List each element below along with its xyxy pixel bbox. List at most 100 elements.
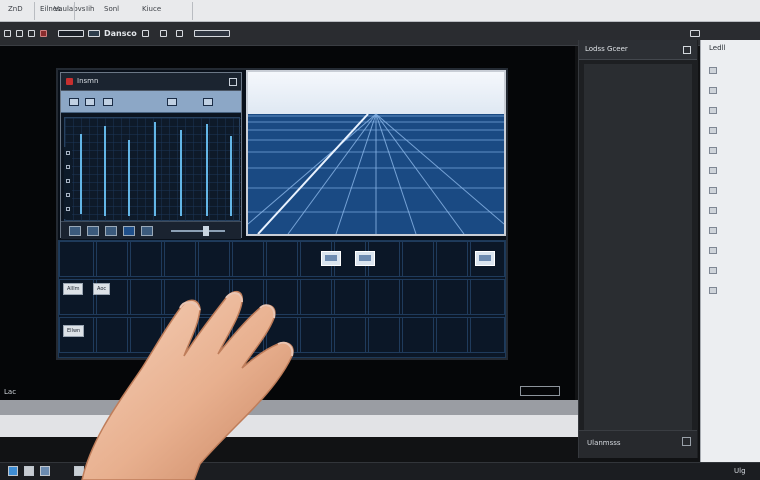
tab-strip-icon[interactable]	[58, 30, 84, 37]
slider-thumb[interactable]	[203, 226, 209, 236]
tool-window-titlebar[interactable]: Insmn	[61, 73, 241, 91]
grid-cell[interactable]	[161, 241, 199, 277]
right-panel-titlebar[interactable]: Lodss Gceer	[579, 40, 697, 60]
grid-chip[interactable]: Aoc	[93, 283, 111, 295]
grid-cell[interactable]	[297, 279, 335, 315]
far-right-item[interactable]	[701, 264, 760, 278]
control-button[interactable]	[105, 226, 117, 236]
side-icon[interactable]	[66, 207, 70, 211]
grid-cell[interactable]	[229, 241, 267, 277]
control-button[interactable]	[141, 226, 153, 236]
grid-cell[interactable]	[229, 279, 267, 315]
taskbar-icon[interactable]	[74, 466, 84, 476]
grid-cell[interactable]	[93, 241, 131, 277]
grid-cell[interactable]	[365, 317, 403, 353]
window-dot-icon[interactable]	[66, 78, 73, 85]
maximize-icon[interactable]	[690, 30, 700, 37]
close-icon[interactable]	[229, 78, 237, 86]
grid-cell[interactable]	[195, 279, 233, 315]
grid-cell[interactable]	[263, 279, 301, 315]
thumbnail-icon[interactable]	[355, 251, 375, 266]
control-group-icon[interactable]	[194, 30, 230, 37]
control-button[interactable]	[87, 226, 99, 236]
side-icon[interactable]	[66, 193, 70, 197]
far-right-item[interactable]	[701, 104, 760, 118]
grid-cell[interactable]	[331, 317, 369, 353]
far-right-item[interactable]	[701, 64, 760, 78]
grid-cell[interactable]	[433, 317, 471, 353]
os-item-4[interactable]: Iih	[86, 5, 94, 13]
control-button[interactable]	[69, 226, 81, 236]
far-right-item[interactable]	[701, 144, 760, 158]
grid-cell[interactable]	[399, 317, 437, 353]
item-icon	[709, 267, 717, 274]
grid-cell[interactable]	[59, 241, 97, 277]
grid-cell[interactable]	[297, 317, 335, 353]
far-right-item[interactable]	[701, 84, 760, 98]
grid-cell[interactable]	[127, 317, 165, 353]
far-right-item[interactable]	[701, 224, 760, 238]
grid-cell[interactable]	[365, 279, 403, 315]
grid-cell[interactable]	[433, 279, 471, 315]
grid-cell[interactable]	[331, 279, 369, 315]
os-item-1[interactable]: ZnD	[8, 5, 23, 13]
far-right-item[interactable]	[701, 184, 760, 198]
far-right-item[interactable]	[701, 204, 760, 218]
nav-icon[interactable]	[103, 98, 113, 106]
menu-icon[interactable]	[4, 30, 11, 37]
far-right-item[interactable]	[701, 124, 760, 138]
far-right-item[interactable]	[701, 244, 760, 258]
grid-cell[interactable]	[161, 317, 199, 353]
record-icon[interactable]	[40, 30, 47, 37]
grid-cell[interactable]	[93, 317, 131, 353]
thumbnail-icon[interactable]	[321, 251, 341, 266]
grid-cell[interactable]	[399, 241, 437, 277]
side-icon[interactable]	[66, 151, 70, 155]
far-right-item[interactable]	[701, 164, 760, 178]
resize-icon[interactable]	[682, 437, 691, 446]
nav-icon[interactable]	[85, 98, 95, 106]
far-right-item[interactable]	[701, 284, 760, 298]
grid-cell[interactable]	[195, 317, 233, 353]
os-item-5[interactable]: Sonl	[104, 5, 119, 13]
nav-icon[interactable]	[203, 98, 213, 106]
nav-icon[interactable]	[69, 98, 79, 106]
taskbar-icon[interactable]	[24, 466, 34, 476]
grid-cell[interactable]	[467, 279, 505, 315]
taskbar-icon[interactable]	[40, 466, 50, 476]
taskbar-icon[interactable]	[92, 466, 102, 476]
slider-track[interactable]	[171, 230, 225, 232]
nav-icon[interactable]	[167, 98, 177, 106]
taskbar-icon[interactable]	[8, 466, 18, 476]
taskbar-icon[interactable]	[110, 466, 120, 476]
status-controls[interactable]	[520, 386, 560, 396]
close-icon[interactable]	[683, 46, 691, 54]
side-icon[interactable]	[66, 179, 70, 183]
folder-icon[interactable]	[28, 30, 35, 37]
grid-cell[interactable]	[467, 317, 505, 353]
grid-chip[interactable]: Alllm	[63, 283, 84, 295]
file-icon[interactable]	[16, 30, 23, 37]
tool-icon[interactable]	[142, 30, 149, 37]
grid-cell[interactable]	[161, 279, 199, 315]
grid-chip[interactable]: Ellwn	[63, 325, 85, 337]
grid-cell[interactable]	[263, 241, 301, 277]
os-separator	[192, 2, 193, 20]
control-button[interactable]	[123, 226, 135, 236]
item-icon	[709, 87, 717, 94]
grid-cell[interactable]	[263, 317, 301, 353]
tool-icon[interactable]	[176, 30, 183, 37]
grid-cell[interactable]	[229, 317, 267, 353]
side-icon[interactable]	[66, 165, 70, 169]
grid-cell[interactable]	[127, 241, 165, 277]
thumbnail-icon[interactable]	[475, 251, 495, 266]
grid-cell[interactable]	[433, 241, 471, 277]
window-icon[interactable]	[88, 30, 100, 37]
grid-cell[interactable]	[399, 279, 437, 315]
grid-cell[interactable]	[127, 279, 165, 315]
os-item-3[interactable]: Vaulabvs	[54, 5, 85, 13]
tool-icon[interactable]	[160, 30, 167, 37]
viewport-3d[interactable]	[246, 70, 506, 236]
grid-cell[interactable]	[195, 241, 233, 277]
os-item-6[interactable]: Kiuce	[142, 5, 161, 13]
